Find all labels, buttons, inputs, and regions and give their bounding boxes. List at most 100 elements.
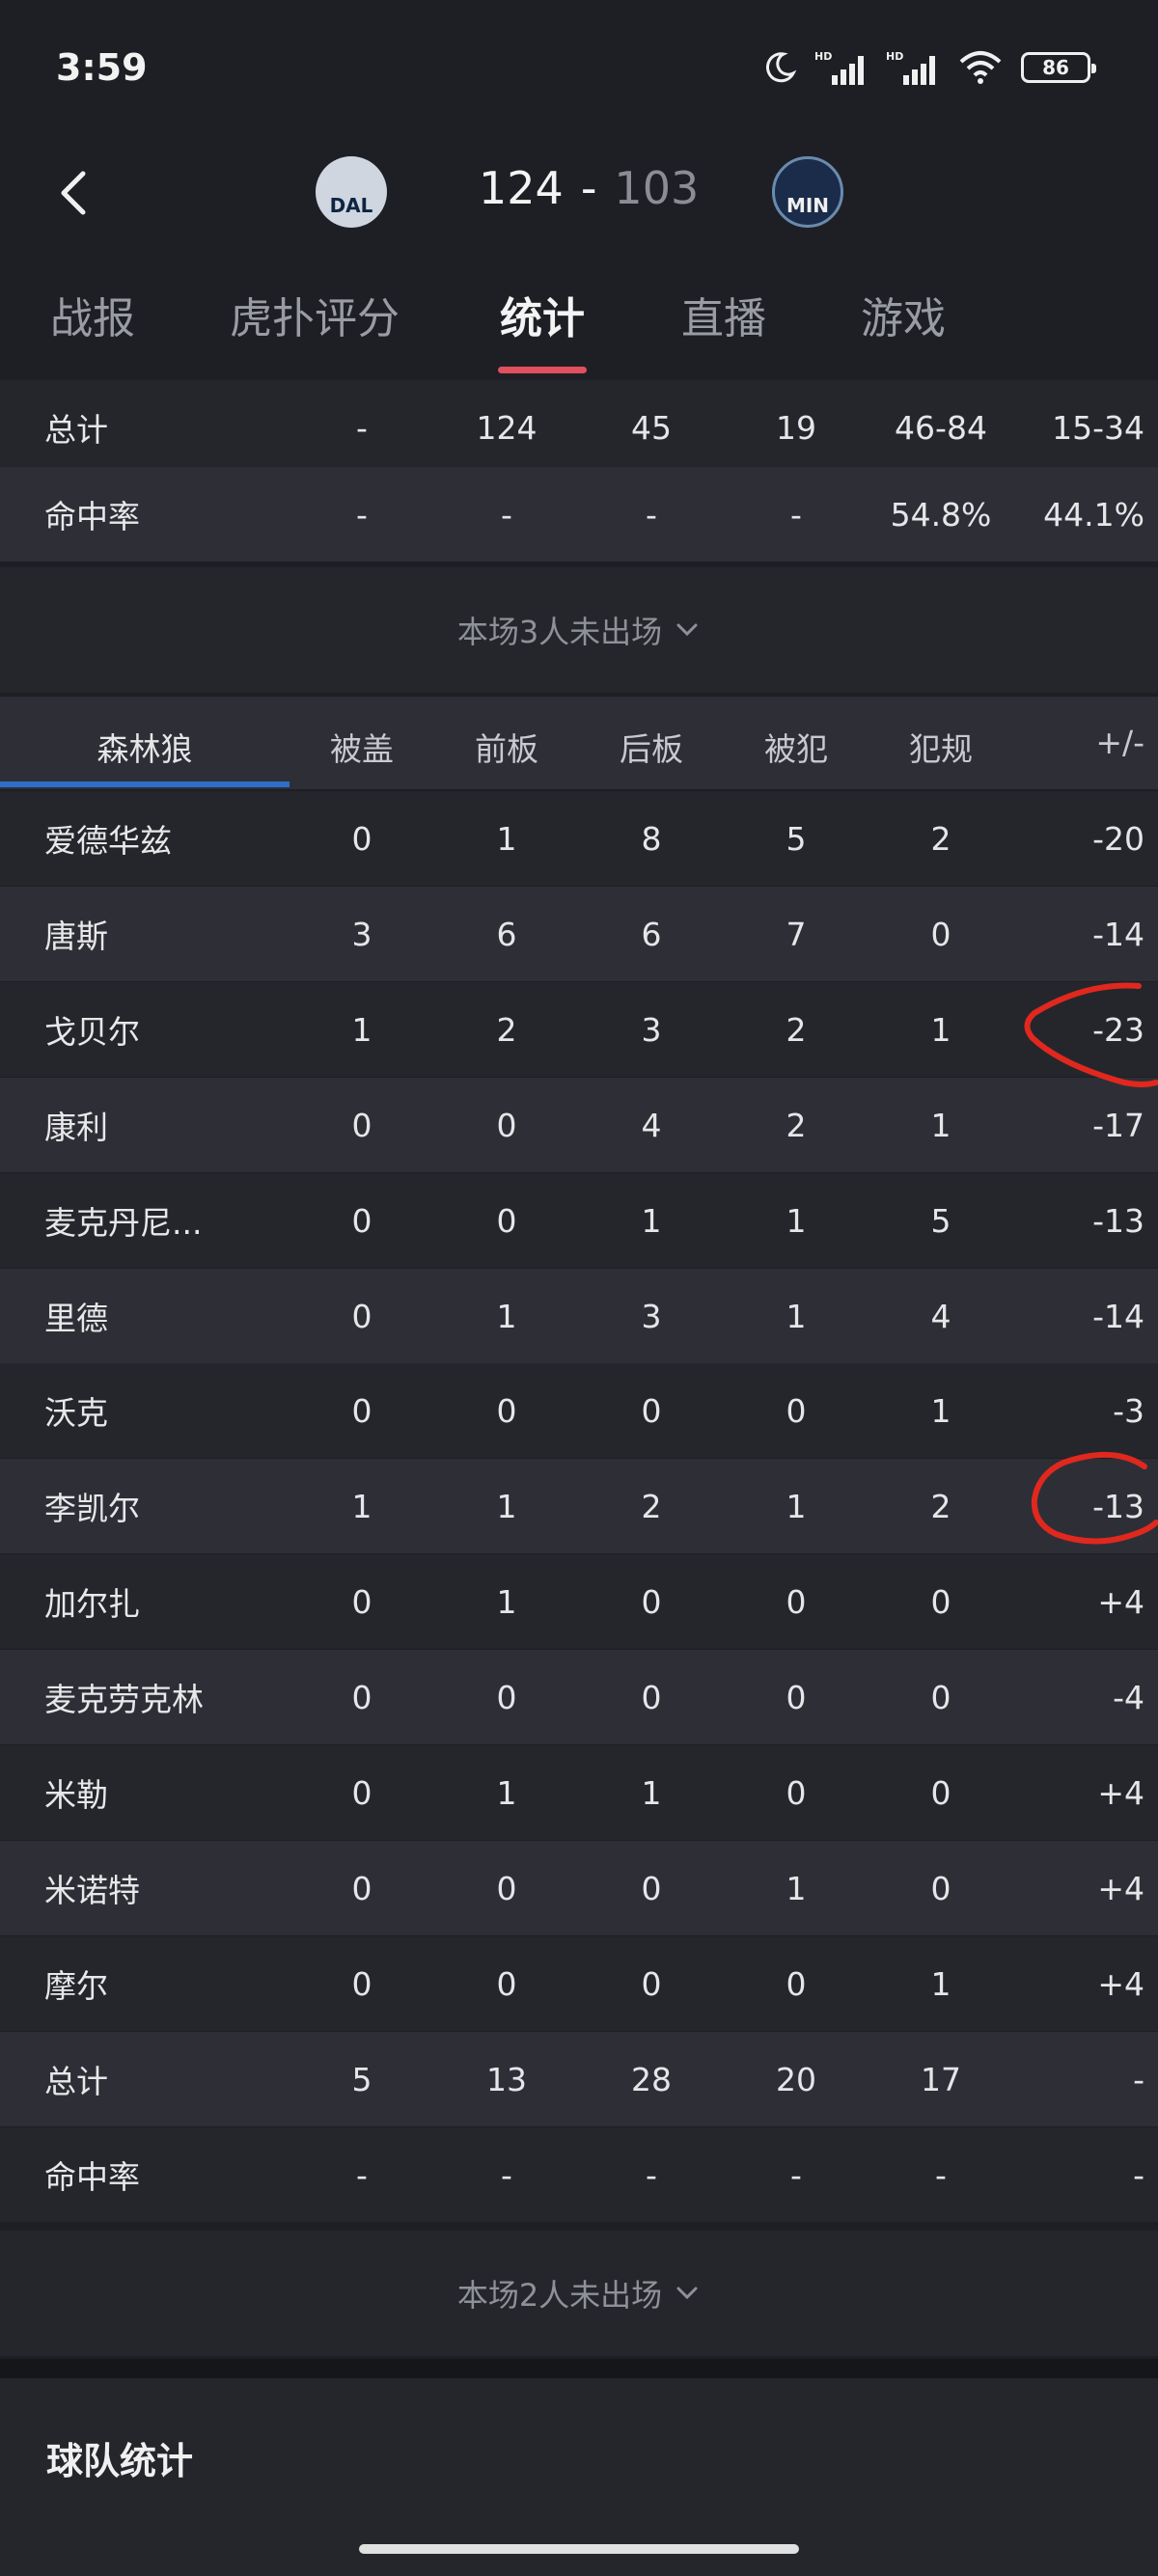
stat-cell: 4: [930, 1297, 951, 1335]
stat-cell: 0: [641, 1869, 662, 1907]
min-pct-row[interactable]: 命中率 - - - - - -: [0, 2127, 1158, 2222]
stat-cell: 0: [351, 1106, 372, 1144]
back-button[interactable]: [54, 166, 93, 220]
stat-cell: 4: [641, 1106, 662, 1144]
chevron-down-icon: [676, 2287, 698, 2300]
stat-cell: 46-84: [895, 408, 987, 447]
stat-cell: 0: [496, 1869, 517, 1907]
dal-absent-toggle[interactable]: 本场3人未出场: [0, 567, 1158, 693]
player-name: 麦克劳克林: [44, 1681, 204, 1718]
player-row[interactable]: 麦克丹尼... 0 0 1 1 5 -13: [0, 1173, 1158, 1268]
column-header: 被犯: [764, 730, 828, 768]
stat-cell: 0: [351, 1964, 372, 2003]
stat-cell: 0: [786, 1773, 807, 1812]
min-absent-toggle[interactable]: 本场2人未出场: [0, 2231, 1158, 2356]
stat-cell: 0: [641, 1582, 662, 1621]
stat-cell: 0: [786, 1582, 807, 1621]
stat-cell: 1: [496, 819, 517, 858]
min-absent-label: 本场2人未出场: [456, 2277, 663, 2314]
row-label: 总计: [44, 411, 108, 449]
stat-cell: 1: [930, 1964, 951, 2003]
stat-cell: 3: [351, 915, 372, 953]
player-name: 康利: [44, 1109, 108, 1146]
tab-rating[interactable]: 虎扑评分: [230, 284, 400, 345]
stat-cell: -: [356, 408, 368, 447]
stat-cell: 17: [921, 2060, 961, 2098]
section-divider: [0, 2359, 1158, 2378]
stat-cell: 0: [930, 1678, 951, 1716]
player-name: 里德: [44, 1300, 108, 1337]
stat-cell: +4: [1097, 1582, 1144, 1621]
stat-cell: 28: [631, 2060, 672, 2098]
player-row[interactable]: 加尔扎 0 1 0 0 0 +4: [0, 1554, 1158, 1649]
stat-cell: 0: [351, 1201, 372, 1240]
stat-cell: 3: [641, 1010, 662, 1049]
stat-cell: 5: [930, 1201, 951, 1240]
player-row[interactable]: 唐斯 3 6 6 7 0 -14: [0, 887, 1158, 981]
stat-cell: 1: [786, 1869, 807, 1907]
stat-cell: -14: [1092, 1297, 1144, 1335]
dal-team-logo[interactable]: DAL: [316, 156, 387, 228]
stat-cell: 1: [351, 1487, 372, 1525]
player-row[interactable]: 沃克 0 0 0 0 1 -3: [0, 1363, 1158, 1458]
away-score: 103: [614, 162, 700, 214]
player-name: 戈贝尔: [44, 1013, 140, 1051]
column-header: 被盖: [330, 730, 394, 768]
player-row[interactable]: 麦克劳克林 0 0 0 0 0 -4: [0, 1650, 1158, 1744]
stat-cell: 1: [641, 1201, 662, 1240]
stat-cell: 6: [496, 915, 517, 953]
team-tab-indicator: [0, 781, 290, 787]
player-row[interactable]: 米诺特 0 0 0 1 0 +4: [0, 1841, 1158, 1935]
stat-cell: 1: [641, 1773, 662, 1812]
min-team-tab[interactable]: 森林狼: [0, 724, 290, 770]
dal-pct-row: 命中率 - - - - 54.8% 44.1%: [0, 467, 1158, 562]
stat-cell: 5: [351, 2060, 372, 2098]
tab-report[interactable]: 战报: [50, 284, 135, 345]
player-row[interactable]: 摩尔 0 0 0 0 1 +4: [0, 1936, 1158, 2031]
dal-logo-text: DAL: [329, 194, 373, 217]
active-tab-indicator: [498, 367, 587, 373]
player-row[interactable]: 戈贝尔 1 2 3 2 1 -23: [0, 982, 1158, 1077]
stat-cell: 0: [351, 1869, 372, 1907]
min-total-row[interactable]: 总计 5 13 28 20 17 -: [0, 2032, 1158, 2126]
score-display: 124 - 103: [479, 162, 699, 214]
stat-cell: 1: [496, 1582, 517, 1621]
min-logo-text: MIN: [786, 194, 830, 217]
stat-cell: -13: [1092, 1487, 1144, 1525]
stat-cell: 0: [641, 1964, 662, 2003]
stat-cell: 0: [351, 819, 372, 858]
player-row[interactable]: 爱德华兹 0 1 8 5 2 -20: [0, 791, 1158, 886]
tab-stats[interactable]: 统计: [500, 284, 585, 345]
home-indicator[interactable]: [359, 2544, 799, 2554]
stat-cell: 44.1%: [1043, 495, 1144, 534]
stat-cell: -3: [1113, 1391, 1144, 1430]
stat-cell: 1: [496, 1487, 517, 1525]
player-row[interactable]: 里德 0 1 3 1 4 -14: [0, 1269, 1158, 1363]
tab-live[interactable]: 直播: [681, 284, 766, 345]
stat-cell: 0: [496, 1106, 517, 1144]
player-name: 摩尔: [44, 1967, 108, 2005]
battery-level: 86: [1042, 56, 1069, 79]
stat-cell: 2: [930, 1487, 951, 1525]
player-name: 米勒: [44, 1776, 108, 1814]
stat-cell: 2: [930, 819, 951, 858]
player-row[interactable]: 米勒 0 1 1 0 0 +4: [0, 1745, 1158, 1840]
tab-game[interactable]: 游戏: [861, 284, 946, 345]
stat-cell: -13: [1092, 1201, 1144, 1240]
stat-cell: 45: [631, 408, 672, 447]
stat-cell: -20: [1092, 819, 1144, 858]
status-time: 3:59: [56, 46, 148, 89]
row-label: 命中率: [44, 498, 140, 535]
player-row[interactable]: 李凯尔 1 1 2 1 2 -13: [0, 1459, 1158, 1553]
player-row[interactable]: 康利 0 0 4 2 1 -17: [0, 1078, 1158, 1172]
stat-cell: +4: [1097, 1773, 1144, 1812]
stat-cell: 0: [351, 1582, 372, 1621]
stat-cell: -14: [1092, 915, 1144, 953]
stat-cell: -: [356, 2155, 368, 2194]
stat-cell: 0: [930, 1869, 951, 1907]
column-header: 前板: [475, 730, 538, 768]
min-team-logo[interactable]: MIN: [772, 156, 843, 228]
stat-cell: 0: [930, 1582, 951, 1621]
stat-cell: 1: [496, 1773, 517, 1812]
dal-absent-label: 本场3人未出场: [456, 614, 663, 650]
